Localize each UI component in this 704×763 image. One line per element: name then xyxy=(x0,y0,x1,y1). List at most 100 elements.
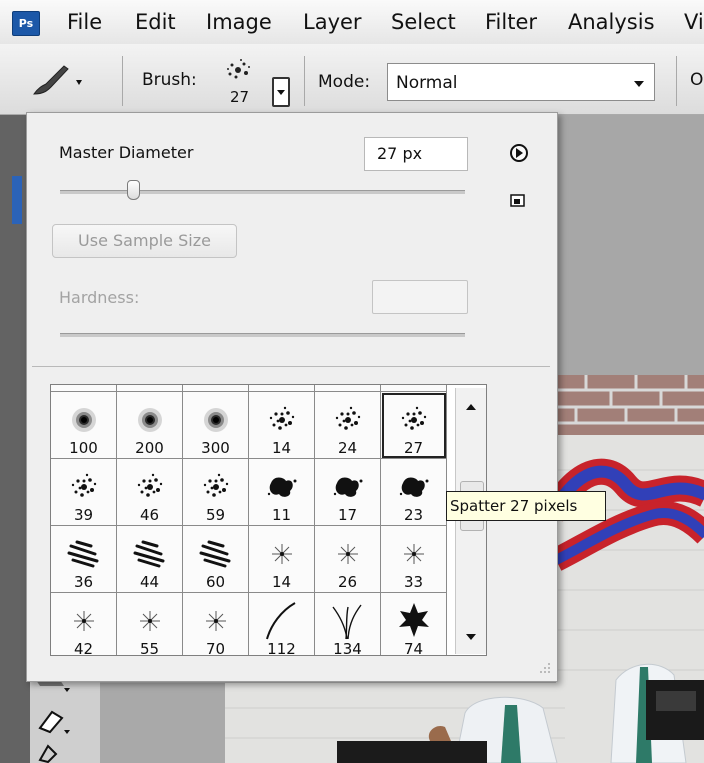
brush-size-label: 33 xyxy=(403,573,424,591)
scroll-up-arrow-icon[interactable] xyxy=(465,402,477,412)
use-sample-size-button[interactable]: Use Sample Size xyxy=(52,224,237,258)
brush-preset-cell-partial[interactable] xyxy=(249,385,315,392)
brush-size-label: 11 xyxy=(271,506,292,524)
brush-preset-cell[interactable]: 300 xyxy=(183,392,249,459)
brush-size-label: 27 xyxy=(230,88,250,106)
leaf-brush-icon xyxy=(399,603,429,637)
brush-preset-cell[interactable]: 55 xyxy=(117,593,183,656)
brush-size-label: 74 xyxy=(403,640,424,656)
brush-preset-cell[interactable]: 60 xyxy=(183,526,249,593)
brush-preset-cell[interactable]: 200 xyxy=(117,392,183,459)
brush-preset-cell-selected[interactable]: 27 xyxy=(381,392,447,459)
menu-image[interactable]: Image xyxy=(206,0,272,44)
menu-view[interactable]: Vi xyxy=(684,0,704,44)
brush-size-label: 44 xyxy=(139,573,160,591)
brush-preset-cell[interactable]: 24 xyxy=(315,392,381,459)
photoshop-logo: Ps xyxy=(12,11,40,36)
brush-size-label: 70 xyxy=(205,640,226,656)
master-diameter-slider[interactable] xyxy=(60,190,465,194)
opacity-label-cut: O xyxy=(690,70,704,90)
brush-preset-grid: 100 200 300 14 24 27 39 46 59 11 17 23 36 44 60 14 26 33 4… xyxy=(50,384,487,656)
brush-preset-cell[interactable]: 70 xyxy=(183,593,249,656)
menu-layer[interactable]: Layer xyxy=(303,0,362,44)
brush-preset-cell[interactable]: 39 xyxy=(51,459,117,526)
tool-highlight xyxy=(12,176,22,224)
brush-size-label: 300 xyxy=(201,439,230,457)
brush-preset-cell[interactable]: 17 xyxy=(315,459,381,526)
brush-preset-cell[interactable]: 36 xyxy=(51,526,117,593)
brush-preset-cell[interactable]: 14 xyxy=(249,392,315,459)
hardness-label: Hardness: xyxy=(59,288,140,307)
brush-size-label: 14 xyxy=(271,573,292,591)
brush-preset-cell[interactable]: 44 xyxy=(117,526,183,593)
brush-size-label: 59 xyxy=(205,506,226,524)
brush-preset-cell-partial[interactable] xyxy=(51,385,117,392)
menu-edit[interactable]: Edit xyxy=(135,0,176,44)
master-diameter-slider-thumb[interactable] xyxy=(126,180,140,200)
paint-bucket-tool-icon[interactable] xyxy=(34,742,64,763)
brush-preset-cell[interactable]: 112 xyxy=(249,593,315,656)
menu-select[interactable]: Select xyxy=(391,0,456,44)
chalk-brush-icon xyxy=(133,540,165,568)
brush-preset-cell[interactable]: 100 xyxy=(51,392,117,459)
brush-tool-icon[interactable] xyxy=(24,60,86,100)
options-separator xyxy=(304,56,305,106)
brush-preset-cell-partial[interactable] xyxy=(117,385,183,392)
brush-size-label: 26 xyxy=(337,573,358,591)
brush-preset-cell[interactable]: 26 xyxy=(315,526,381,593)
menu-analysis[interactable]: Analysis xyxy=(568,0,655,44)
spatter-brush-icon xyxy=(335,406,361,430)
master-diameter-field[interactable]: 27 px xyxy=(364,137,468,171)
brush-preset-cell[interactable]: 42 xyxy=(51,593,117,656)
brush-preset-cell[interactable]: 33 xyxy=(381,526,447,593)
spatter-brush-icon xyxy=(137,473,163,497)
master-diameter-label: Master Diameter xyxy=(59,143,194,162)
brush-preset-cell[interactable]: 74 xyxy=(381,593,447,656)
stroke-brush-icon xyxy=(266,602,296,640)
brush-size-label: 60 xyxy=(205,573,226,591)
hardness-field[interactable] xyxy=(372,280,468,314)
scroll-down-arrow-icon[interactable] xyxy=(465,632,477,642)
brush-size-label: 55 xyxy=(139,640,160,656)
create-new-preset-icon[interactable] xyxy=(508,192,528,210)
star-brush-icon xyxy=(140,611,160,631)
brush-preset-cell-partial[interactable] xyxy=(381,385,447,392)
menu-file[interactable]: File xyxy=(67,0,102,44)
spatter-brush-icon xyxy=(401,406,427,430)
brush-preset-cell[interactable]: 46 xyxy=(117,459,183,526)
star-brush-icon xyxy=(272,544,292,564)
brush-preset-cell[interactable]: 59 xyxy=(183,459,249,526)
brush-size-label: 112 xyxy=(267,640,296,656)
canvas-background xyxy=(556,115,704,375)
brush-preset-cell[interactable]: 134 xyxy=(315,593,381,656)
brush-size-label: 23 xyxy=(403,506,424,524)
blot-brush-icon xyxy=(333,477,363,497)
brush-size-label: 24 xyxy=(337,439,358,457)
spatter-brush-icon xyxy=(203,473,229,497)
panel-menu-arrow-icon[interactable] xyxy=(508,142,530,164)
mode-label: Mode: xyxy=(318,72,371,92)
brush-preset-cell-partial[interactable] xyxy=(183,385,249,392)
brush-size-label: 134 xyxy=(333,640,362,656)
brush-picker-dropdown-button[interactable] xyxy=(272,77,290,107)
brush-preset-cell[interactable]: 14 xyxy=(249,526,315,593)
brush-preset-cell[interactable]: 23 xyxy=(381,459,447,526)
brush-preset-cell[interactable]: 11 xyxy=(249,459,315,526)
chalk-brush-icon xyxy=(67,540,99,568)
brush-size-label: 200 xyxy=(135,439,164,457)
star-brush-icon xyxy=(338,544,358,564)
resize-grip-icon[interactable] xyxy=(536,660,552,676)
brush-grid-scrollbar[interactable] xyxy=(455,388,486,654)
menu-filter[interactable]: Filter xyxy=(485,0,537,44)
document-photo-lower xyxy=(225,683,565,763)
brush-size-label: 27 xyxy=(403,439,424,457)
hardness-slider[interactable] xyxy=(60,333,465,337)
blot-brush-icon xyxy=(267,477,297,497)
brush-preview-icon xyxy=(227,59,250,79)
eraser-tool-icon[interactable] xyxy=(32,704,72,736)
brush-preset-cell-partial[interactable] xyxy=(315,385,381,392)
soft-brush-icon xyxy=(138,408,162,432)
mode-select[interactable]: Normal xyxy=(387,63,655,101)
brush-size-label: 42 xyxy=(73,640,94,656)
brush-size-label: 46 xyxy=(139,506,160,524)
